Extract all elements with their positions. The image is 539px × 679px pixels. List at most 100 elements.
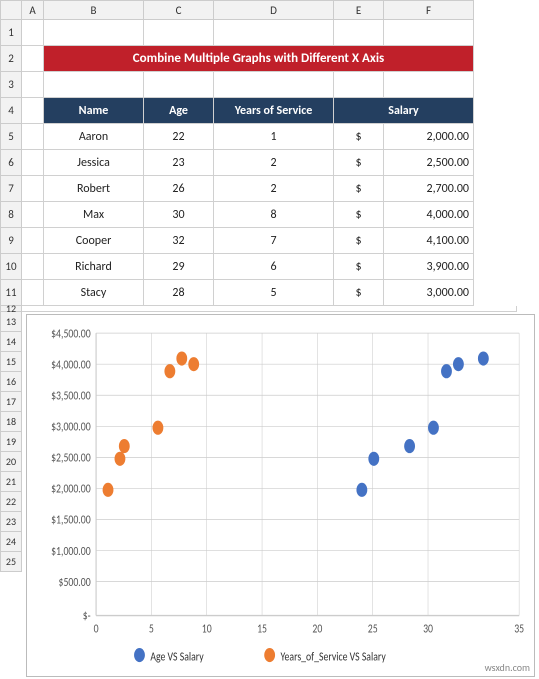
service-point-6	[152, 421, 163, 435]
cell-age-4[interactable]: 32	[144, 228, 214, 254]
cell-salary-3[interactable]: 4,000.00	[384, 202, 474, 228]
age-point-3	[453, 357, 464, 371]
row-10: 10 Richard 29 6 $ 3,900.00	[0, 254, 539, 280]
cell-age-3[interactable]: 30	[144, 202, 214, 228]
legend-age-label: Age VS Salary	[150, 649, 204, 665]
rows-area: 1 2 Combine Multiple Graphs with Differe…	[0, 20, 539, 679]
cell-service-4[interactable]: 7	[214, 228, 334, 254]
age-point-1	[368, 452, 379, 466]
cell-salary-0[interactable]: 2,000.00	[384, 124, 474, 150]
cell-D3[interactable]	[214, 72, 334, 98]
service-point-3	[188, 357, 199, 371]
legend-service-label: Years_of_Service VS Salary	[281, 649, 387, 665]
cell-B1[interactable]	[44, 20, 144, 46]
cell-A10[interactable]	[22, 254, 44, 280]
cell-age-1[interactable]: 23	[144, 150, 214, 176]
service-point-4	[176, 351, 187, 365]
cell-C1[interactable]	[144, 20, 214, 46]
service-point-0	[103, 483, 114, 497]
legend-service-dot	[264, 648, 275, 662]
cell-service-2[interactable]: 2	[214, 176, 334, 202]
cell-name-1[interactable]: Jessica	[44, 150, 144, 176]
svg-text:$1,000.00: $1,000.00	[51, 544, 91, 560]
header-age: Age	[144, 98, 214, 124]
cell-F3[interactable]	[384, 72, 474, 98]
cell-A7[interactable]	[22, 176, 44, 202]
cell-age-2[interactable]: 26	[144, 176, 214, 202]
cell-C3[interactable]	[144, 72, 214, 98]
header-service: Years of Service	[214, 98, 334, 124]
cell-A4[interactable]	[22, 98, 44, 124]
row-3: 3	[0, 72, 539, 98]
svg-text:25: 25	[368, 621, 378, 637]
cell-name-4[interactable]: Cooper	[44, 228, 144, 254]
cell-A6[interactable]	[22, 150, 44, 176]
svg-text:$4,500.00: $4,500.00	[51, 326, 91, 342]
svg-text:35: 35	[514, 621, 524, 637]
cell-name-5[interactable]: Richard	[44, 254, 144, 280]
cell-name-3[interactable]: Max	[44, 202, 144, 228]
cell-salary-4[interactable]: 4,100.00	[384, 228, 474, 254]
cell-service-1[interactable]: 2	[214, 150, 334, 176]
cell-service-3[interactable]: 8	[214, 202, 334, 228]
svg-text:$3,500.00: $3,500.00	[51, 388, 91, 404]
cell-salary-2[interactable]: 2,700.00	[384, 176, 474, 202]
cell-age-5[interactable]: 29	[144, 254, 214, 280]
svg-text:15: 15	[257, 621, 267, 637]
cell-dollar-6: $	[334, 280, 384, 306]
cell-E1[interactable]	[334, 20, 384, 46]
cell-dollar-5: $	[334, 254, 384, 280]
age-point-4	[478, 351, 489, 365]
cell-name-0[interactable]: Aaron	[44, 124, 144, 150]
cell-service-6[interactable]: 5	[214, 280, 334, 306]
svg-text:20: 20	[312, 621, 322, 637]
cell-dollar-0: $	[334, 124, 384, 150]
cell-name-2[interactable]: Robert	[44, 176, 144, 202]
age-point-5	[441, 364, 452, 378]
cell-dollar-3: $	[334, 202, 384, 228]
cell-D1[interactable]	[214, 20, 334, 46]
cell-name-6[interactable]: Stacy	[44, 280, 144, 306]
row-6: 6 Jessica 23 2 $ 2,500.00	[0, 150, 539, 176]
row-2: 2 Combine Multiple Graphs with Different…	[0, 46, 539, 72]
col-header-A: A	[22, 0, 44, 20]
cell-salary-5[interactable]: 3,900.00	[384, 254, 474, 280]
cell-A1[interactable]	[22, 20, 44, 46]
svg-text:$3,000.00: $3,000.00	[51, 419, 91, 435]
cell-A8[interactable]	[22, 202, 44, 228]
cell-B3[interactable]	[44, 72, 144, 98]
cell-age-0[interactable]: 22	[144, 124, 214, 150]
age-point-0	[356, 483, 367, 497]
legend-age-dot	[134, 648, 145, 662]
svg-text:5: 5	[149, 621, 154, 637]
title-cell: Combine Multiple Graphs with Different X…	[44, 46, 474, 72]
spreadsheet: A B C D E F 1 2 Combine Multiple Graphs …	[0, 0, 539, 679]
column-headers: A B C D E F	[0, 0, 539, 20]
row-4: 4 Name Age Years of Service Salary	[0, 98, 539, 124]
service-point-2	[119, 439, 130, 453]
cell-A3[interactable]	[22, 72, 44, 98]
svg-text:$2,000.00: $2,000.00	[51, 481, 91, 497]
cell-salary-1[interactable]: 2,500.00	[384, 150, 474, 176]
cell-E3[interactable]	[334, 72, 384, 98]
row-11: 11 Stacy 28 5 $ 3,000.00	[0, 280, 539, 306]
cell-A5[interactable]	[22, 124, 44, 150]
cell-service-0[interactable]: 1	[214, 124, 334, 150]
row-5: 5 Aaron 22 1 $ 2,000.00	[0, 124, 539, 150]
col-header-E: E	[334, 0, 384, 20]
svg-text:$500.00: $500.00	[59, 575, 91, 591]
cell-salary-6[interactable]: 3,000.00	[384, 280, 474, 306]
watermark: wsxdn.com	[485, 661, 530, 674]
cell-A11[interactable]	[22, 280, 44, 306]
age-point-2	[404, 439, 415, 453]
service-point-1	[115, 452, 126, 466]
cell-A2[interactable]	[22, 46, 44, 72]
cell-age-6[interactable]: 28	[144, 280, 214, 306]
cell-A9[interactable]	[22, 228, 44, 254]
cell-service-5[interactable]: 6	[214, 254, 334, 280]
cell-dollar-1: $	[334, 150, 384, 176]
col-header-B: B	[44, 0, 144, 20]
svg-text:$4,000.00: $4,000.00	[51, 357, 91, 373]
col-header-D: D	[214, 0, 334, 20]
cell-F1[interactable]	[384, 20, 474, 46]
